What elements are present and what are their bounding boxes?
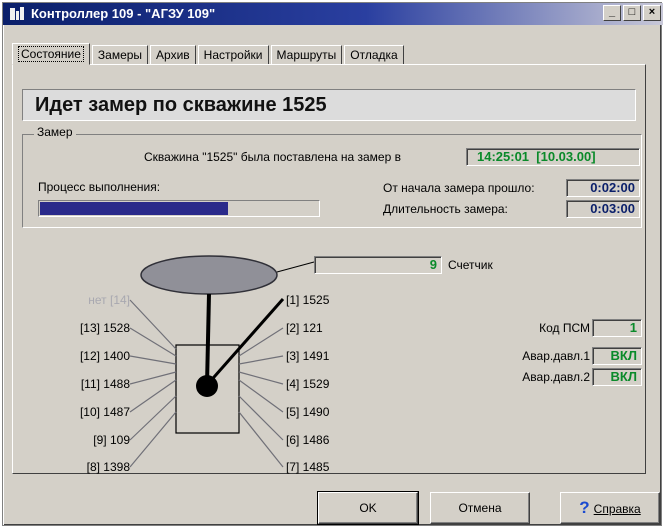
output-right-5: [5] 1490 (286, 405, 330, 419)
output-right-1: [1] 1525 (286, 293, 330, 307)
tab-status[interactable]: Состояние (12, 43, 90, 65)
alarm-pressure-1-label: Авар.давл.1 (522, 349, 590, 363)
right-line-4 (238, 379, 284, 413)
output-right-4: [4] 1529 (286, 377, 330, 391)
help-button-label: Справка (593, 502, 641, 516)
alarm-pressure-2-label: Авар.давл.2 (522, 370, 590, 384)
output-right-3: [3] 1491 (286, 349, 330, 363)
left-connector-lines (129, 299, 177, 468)
right-line-3 (238, 371, 284, 385)
alarm-pressure-1-field: ВКЛ (592, 347, 642, 365)
output-left-4: [10] 1487 (79, 405, 130, 419)
right-line-5 (238, 395, 284, 441)
psm-code-field: 1 (592, 319, 642, 337)
counter-label: Счетчик (448, 258, 493, 272)
cancel-button[interactable]: Отмена (430, 492, 530, 524)
question-mark-icon: ? (579, 498, 590, 517)
output-right-7: [7] 1485 (286, 460, 330, 474)
output-left-0: нет [14] (88, 293, 130, 307)
output-left-3: [11] 1488 (80, 377, 130, 391)
output-left-2: [12] 1400 (79, 349, 130, 363)
counter-field: 9 (314, 256, 442, 274)
separator-tank (140, 255, 278, 295)
left-line-5 (129, 395, 177, 441)
active-switch-arm (205, 298, 285, 386)
psm-code-label: Код ПСМ (539, 321, 590, 335)
help-button[interactable]: ? Справка (560, 492, 660, 524)
counter-connector (276, 261, 315, 273)
output-left-1: [13] 1528 (79, 321, 130, 335)
alarm-pressure-2-field: ВКЛ (592, 368, 642, 386)
right-line-6 (238, 411, 284, 468)
right-line-2 (238, 355, 284, 365)
switch-pivot (196, 375, 218, 397)
pipe-line (205, 293, 211, 386)
right-connector-lines (238, 327, 284, 468)
output-left-5: [9] 109 (93, 433, 130, 447)
left-line-6 (129, 411, 177, 468)
ok-button[interactable]: OK (317, 491, 419, 525)
output-right-2: [2] 121 (286, 321, 323, 335)
left-line-2 (129, 355, 177, 365)
tab-status-label: Состояние (18, 46, 84, 62)
output-right-6: [6] 1486 (286, 433, 330, 447)
left-line-4 (129, 379, 177, 413)
left-line-3 (129, 371, 177, 385)
output-left-6: [8] 1398 (86, 460, 130, 474)
